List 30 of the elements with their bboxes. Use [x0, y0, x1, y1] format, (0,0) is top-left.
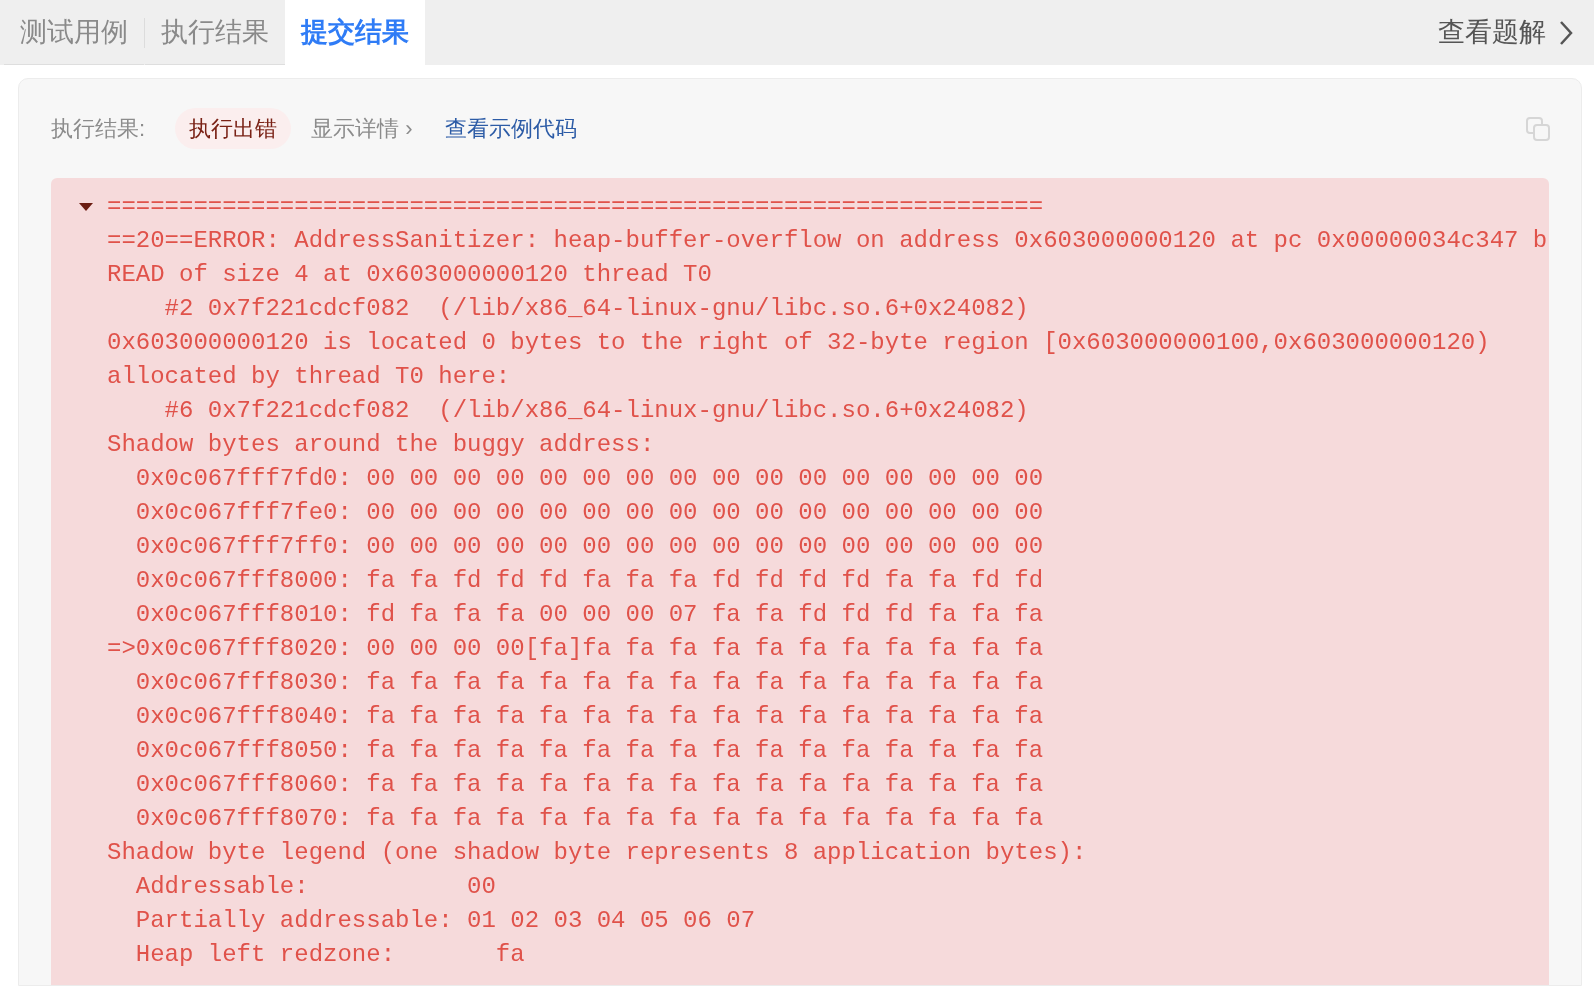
- output-line: 0x603000000120 is located 0 bytes to the right of 32-byte region [0x603000000100,0x603000000120): [107, 328, 1490, 358]
- output-line: ==20==ERROR: AddressSanitizer: heap-buffer-overflow on address 0x603000000120 at pc 0x00000034c347 b: [107, 226, 1548, 256]
- details-toggle[interactable]: 显示详情 ›: [311, 112, 413, 145]
- output-line: #2 0x7f221cdcf082 (/lib/x86_64-linux-gnu/libc.so.6+0x24082): [163, 294, 1029, 324]
- output-line: Partially addressable: 01 02 03 04 05 06 07: [134, 906, 756, 936]
- output-line: 0x0c067fff7ff0: 00 00 00 00 00 00 00 00 00 00 00 00 00 00 00 00: [134, 532, 1044, 562]
- output-line: 0x0c067fff8050: fa fa fa fa fa fa fa fa fa fa fa fa fa fa fa fa: [134, 736, 1044, 766]
- output-line: =>0x0c067fff8020: 00 00 00 00[fa]fa fa fa fa fa fa fa fa fa fa fa: [107, 634, 1044, 664]
- output-line: Addressable: 00: [134, 872, 496, 902]
- output-line: #6 0x7f221cdcf082 (/lib/x86_64-linux-gnu/libc.so.6+0x24082): [163, 396, 1029, 426]
- solution-link[interactable]: 查看题解: [1438, 0, 1574, 65]
- output-line: READ of size 4 at 0x603000000120 thread T0: [107, 260, 712, 290]
- tab[interactable]: 提交结果: [285, 0, 425, 65]
- output-line: Shadow byte legend (one shadow byte represents 8 application bytes):: [107, 838, 1087, 868]
- status-label: 执行出错: [175, 108, 292, 149]
- output-line: Shadow bytes around the buggy address:: [107, 430, 655, 460]
- output-line: 0x0c067fff8070: fa fa fa fa fa fa fa fa fa fa fa fa fa fa fa fa: [134, 804, 1044, 834]
- output-line: 0x0c067fff8000: fa fa fd fd fd fa fa fa fd fd fd fd fa fa fd fd: [134, 566, 1044, 596]
- output-line: 0x0c067fff7fd0: 00 00 00 00 00 00 00 00 00 00 00 00 00 00 00 00: [134, 464, 1044, 494]
- output-line: 0x0c067fff8030: fa fa fa fa fa fa fa fa fa fa fa fa fa fa fa fa: [134, 668, 1044, 698]
- example-code-link[interactable]: 查看示例代码: [444, 112, 577, 145]
- output-line: Heap left redzone: fa: [134, 940, 525, 970]
- output-line: 0x0c067fff8040: fa fa fa fa fa fa fa fa fa fa fa fa fa fa fa fa: [134, 702, 1044, 732]
- output-line: =================================================================: [107, 192, 1044, 222]
- output-line: allocated by thread T0 here:: [107, 362, 511, 392]
- chevron-right-icon: [1558, 19, 1574, 46]
- output-line: 0x0c067fff8010: fd fa fa fa 00 00 00 07 fa fa fd fd fd fa fa fa: [134, 600, 1044, 630]
- output-line: 0x0c067fff8060: fa fa fa fa fa fa fa fa fa fa fa fa fa fa fa fa: [134, 770, 1044, 800]
- output-line: 0x0c067fff7fe0: 00 00 00 00 00 00 00 00 00 00 00 00 00 00 00 00: [134, 498, 1044, 528]
- result-label: 执行结果:: [51, 115, 146, 143]
